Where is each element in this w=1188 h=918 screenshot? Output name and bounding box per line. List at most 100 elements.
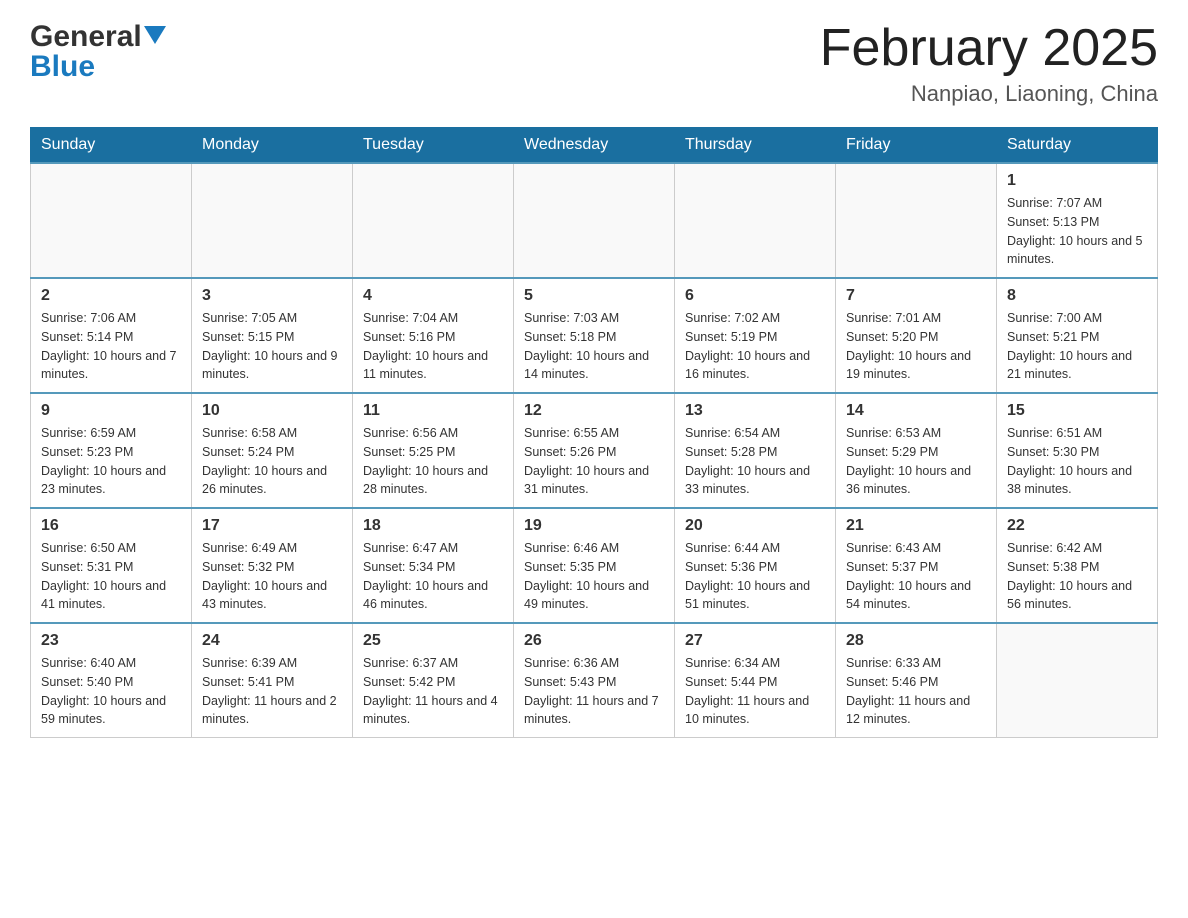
day-info: Sunrise: 6:36 AM Sunset: 5:43 PM Dayligh…: [524, 654, 664, 729]
weekday-header-saturday: Saturday: [997, 128, 1158, 164]
day-info: Sunrise: 6:47 AM Sunset: 5:34 PM Dayligh…: [363, 539, 503, 614]
day-number: 19: [524, 517, 664, 535]
calendar-cell: 23 Sunrise: 6:40 AM Sunset: 5:40 PM Dayli…: [31, 623, 192, 738]
day-info: Sunrise: 7:01 AM Sunset: 5:20 PM Dayligh…: [846, 309, 986, 384]
day-number: 12: [524, 402, 664, 420]
day-info: Sunrise: 7:00 AM Sunset: 5:21 PM Dayligh…: [1007, 309, 1147, 384]
weekday-header-friday: Friday: [836, 128, 997, 164]
day-number: 27: [685, 632, 825, 650]
title-area: February 2025 Nanpiao, Liaoning, China: [820, 20, 1158, 107]
calendar-cell: 28 Sunrise: 6:33 AM Sunset: 5:46 PM Dayli…: [836, 623, 997, 738]
day-number: 5: [524, 287, 664, 305]
day-number: 13: [685, 402, 825, 420]
weekday-header-thursday: Thursday: [675, 128, 836, 164]
day-number: 8: [1007, 287, 1147, 305]
day-info: Sunrise: 7:07 AM Sunset: 5:13 PM Dayligh…: [1007, 194, 1147, 269]
calendar-cell: 4 Sunrise: 7:04 AM Sunset: 5:16 PM Daylig…: [353, 278, 514, 393]
calendar-cell: 18 Sunrise: 6:47 AM Sunset: 5:34 PM Dayli…: [353, 508, 514, 623]
day-number: 16: [41, 517, 181, 535]
calendar-cell: 27Sunrise: 6:34 AM Sunset: 5:44 PM Dayli…: [675, 623, 836, 738]
calendar-cell: 14Sunrise: 6:53 AM Sunset: 5:29 PM Dayli…: [836, 393, 997, 508]
day-info: Sunrise: 7:03 AM Sunset: 5:18 PM Dayligh…: [524, 309, 664, 384]
day-number: 22: [1007, 517, 1147, 535]
calendar-cell: 9 Sunrise: 6:59 AM Sunset: 5:23 PM Daylig…: [31, 393, 192, 508]
weekday-header-sunday: Sunday: [31, 128, 192, 164]
day-info: Sunrise: 7:04 AM Sunset: 5:16 PM Dayligh…: [363, 309, 503, 384]
calendar-cell: 8 Sunrise: 7:00 AM Sunset: 5:21 PM Daylig…: [997, 278, 1158, 393]
day-info: Sunrise: 6:49 AM Sunset: 5:32 PM Dayligh…: [202, 539, 342, 614]
day-number: 14: [846, 402, 986, 420]
calendar-week-row: 23 Sunrise: 6:40 AM Sunset: 5:40 PM Dayli…: [31, 623, 1158, 738]
calendar-cell: [514, 163, 675, 278]
day-info: Sunrise: 6:44 AM Sunset: 5:36 PM Dayligh…: [685, 539, 825, 614]
day-info: Sunrise: 6:51 AM Sunset: 5:30 PM Dayligh…: [1007, 424, 1147, 499]
calendar-cell: 22 Sunrise: 6:42 AM Sunset: 5:38 PM Dayli…: [997, 508, 1158, 623]
logo-blue-text: Blue: [30, 50, 95, 84]
calendar-cell: 24Sunrise: 6:39 AM Sunset: 5:41 PM Dayli…: [192, 623, 353, 738]
day-info: Sunrise: 6:59 AM Sunset: 5:23 PM Dayligh…: [41, 424, 181, 499]
calendar-week-row: 16 Sunrise: 6:50 AM Sunset: 5:31 PM Dayli…: [31, 508, 1158, 623]
calendar-cell: 20 Sunrise: 6:44 AM Sunset: 5:36 PM Dayli…: [675, 508, 836, 623]
day-info: Sunrise: 7:05 AM Sunset: 5:15 PM Dayligh…: [202, 309, 342, 384]
calendar-cell: 17Sunrise: 6:49 AM Sunset: 5:32 PM Dayli…: [192, 508, 353, 623]
day-info: Sunrise: 6:33 AM Sunset: 5:46 PM Dayligh…: [846, 654, 986, 729]
calendar-cell: [192, 163, 353, 278]
day-info: Sunrise: 6:55 AM Sunset: 5:26 PM Dayligh…: [524, 424, 664, 499]
day-info: Sunrise: 6:40 AM Sunset: 5:40 PM Dayligh…: [41, 654, 181, 729]
day-number: 4: [363, 287, 503, 305]
day-number: 18: [363, 517, 503, 535]
day-number: 15: [1007, 402, 1147, 420]
calendar-cell: 13 Sunrise: 6:54 AM Sunset: 5:28 PM Dayli…: [675, 393, 836, 508]
calendar-cell: 10 Sunrise: 6:58 AM Sunset: 5:24 PM Dayli…: [192, 393, 353, 508]
page-header: General Blue February 2025 Nanpiao, Liao…: [30, 20, 1158, 107]
calendar-cell: 5 Sunrise: 7:03 AM Sunset: 5:18 PM Daylig…: [514, 278, 675, 393]
day-number: 26: [524, 632, 664, 650]
calendar-cell: 21 Sunrise: 6:43 AM Sunset: 5:37 PM Dayli…: [836, 508, 997, 623]
calendar-cell: 25Sunrise: 6:37 AM Sunset: 5:42 PM Dayli…: [353, 623, 514, 738]
calendar-table: SundayMondayTuesdayWednesdayThursdayFrid…: [30, 127, 1158, 738]
calendar-cell: 19Sunrise: 6:46 AM Sunset: 5:35 PM Dayli…: [514, 508, 675, 623]
day-number: 20: [685, 517, 825, 535]
month-title: February 2025: [820, 20, 1158, 77]
weekday-header-monday: Monday: [192, 128, 353, 164]
calendar-cell: [353, 163, 514, 278]
location-subtitle: Nanpiao, Liaoning, China: [820, 81, 1158, 107]
day-info: Sunrise: 7:06 AM Sunset: 5:14 PM Dayligh…: [41, 309, 181, 384]
calendar-week-row: 1 Sunrise: 7:07 AM Sunset: 5:13 PM Daylig…: [31, 163, 1158, 278]
calendar-cell: 11Sunrise: 6:56 AM Sunset: 5:25 PM Dayli…: [353, 393, 514, 508]
calendar-cell: 3 Sunrise: 7:05 AM Sunset: 5:15 PM Daylig…: [192, 278, 353, 393]
day-number: 24: [202, 632, 342, 650]
day-number: 28: [846, 632, 986, 650]
logo-arrow-icon: [144, 26, 166, 49]
day-number: 3: [202, 287, 342, 305]
calendar-cell: 7 Sunrise: 7:01 AM Sunset: 5:20 PM Daylig…: [836, 278, 997, 393]
day-number: 11: [363, 402, 503, 420]
day-number: 9: [41, 402, 181, 420]
calendar-week-row: 2Sunrise: 7:06 AM Sunset: 5:14 PM Daylig…: [31, 278, 1158, 393]
day-number: 10: [202, 402, 342, 420]
day-info: Sunrise: 6:42 AM Sunset: 5:38 PM Dayligh…: [1007, 539, 1147, 614]
day-info: Sunrise: 6:37 AM Sunset: 5:42 PM Dayligh…: [363, 654, 503, 729]
day-number: 7: [846, 287, 986, 305]
day-info: Sunrise: 7:02 AM Sunset: 5:19 PM Dayligh…: [685, 309, 825, 384]
logo-general-text: General: [30, 20, 142, 54]
calendar-week-row: 9 Sunrise: 6:59 AM Sunset: 5:23 PM Daylig…: [31, 393, 1158, 508]
calendar-cell: 2Sunrise: 7:06 AM Sunset: 5:14 PM Daylig…: [31, 278, 192, 393]
weekday-header-tuesday: Tuesday: [353, 128, 514, 164]
day-number: 1: [1007, 172, 1147, 190]
calendar-cell: 26 Sunrise: 6:36 AM Sunset: 5:43 PM Dayli…: [514, 623, 675, 738]
calendar-cell: [836, 163, 997, 278]
calendar-cell: [997, 623, 1158, 738]
day-info: Sunrise: 6:58 AM Sunset: 5:24 PM Dayligh…: [202, 424, 342, 499]
day-number: 6: [685, 287, 825, 305]
day-number: 21: [846, 517, 986, 535]
weekday-header-wednesday: Wednesday: [514, 128, 675, 164]
calendar-cell: [675, 163, 836, 278]
day-number: 23: [41, 632, 181, 650]
day-info: Sunrise: 6:54 AM Sunset: 5:28 PM Dayligh…: [685, 424, 825, 499]
calendar-cell: 16 Sunrise: 6:50 AM Sunset: 5:31 PM Dayli…: [31, 508, 192, 623]
day-info: Sunrise: 6:43 AM Sunset: 5:37 PM Dayligh…: [846, 539, 986, 614]
calendar-cell: [31, 163, 192, 278]
day-info: Sunrise: 6:50 AM Sunset: 5:31 PM Dayligh…: [41, 539, 181, 614]
calendar-cell: 1 Sunrise: 7:07 AM Sunset: 5:13 PM Daylig…: [997, 163, 1158, 278]
